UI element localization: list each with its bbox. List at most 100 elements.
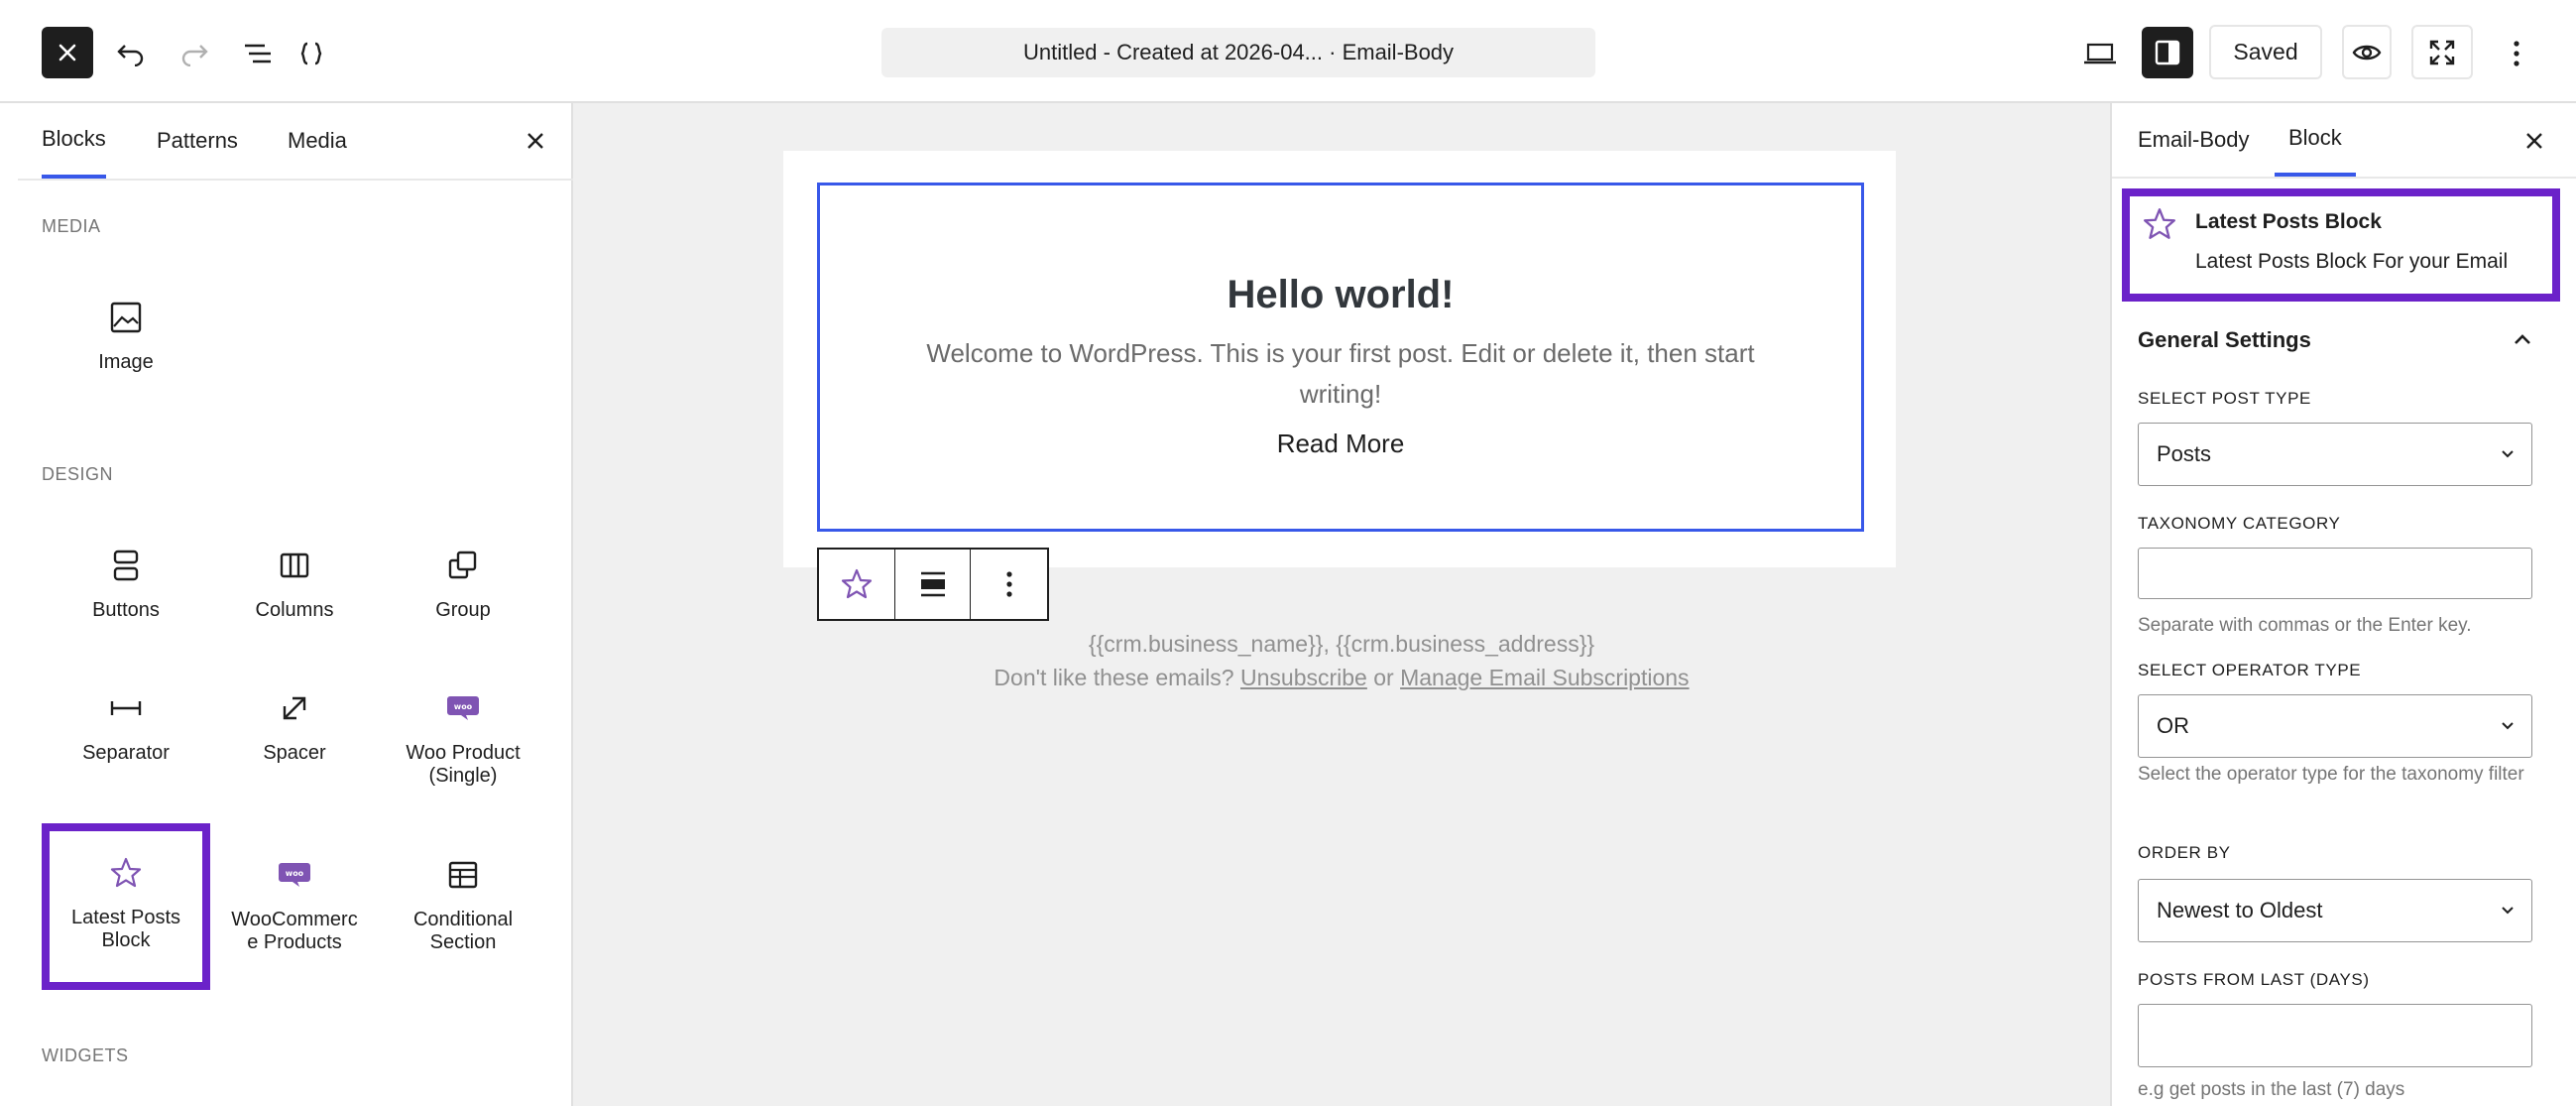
align-button[interactable] xyxy=(895,550,972,619)
tab-email-body[interactable]: Email-Body xyxy=(2138,103,2249,177)
buttons-icon xyxy=(106,546,146,585)
operator-label: SELECT OPERATOR TYPE xyxy=(2138,661,2362,679)
block-separator[interactable]: Separator xyxy=(42,688,210,765)
close-icon xyxy=(2526,133,2542,149)
email-footer-links: Don't like these emails? Unsubscribe or … xyxy=(573,665,2110,691)
operator-help: Select the operator type for the taxonom… xyxy=(2138,764,2524,785)
chevron-down-icon xyxy=(2502,722,2514,730)
order-by-label: ORDER BY xyxy=(2138,843,2231,862)
block-buttons[interactable]: Buttons xyxy=(42,546,210,622)
tab-blocks[interactable]: Blocks xyxy=(42,103,106,179)
read-more-link[interactable]: Read More xyxy=(1277,429,1405,459)
block-label: Buttons xyxy=(92,599,160,621)
laptop-icon xyxy=(2084,43,2116,64)
fullscreen-button[interactable] xyxy=(2411,25,2473,79)
eye-icon xyxy=(2352,45,2382,60)
posts-days-help: e.g get posts in the last (7) days xyxy=(2138,1079,2405,1100)
posts-days-label: POSTS FROM LAST (DAYS) xyxy=(2138,970,2370,989)
image-icon xyxy=(106,298,146,337)
order-by-value: Newest to Oldest xyxy=(2157,898,2323,922)
block-woocommerce-products[interactable]: woo WooCommerce Products xyxy=(210,855,379,954)
operator-select[interactable]: OR xyxy=(2138,694,2532,758)
tab-patterns[interactable]: Patterns xyxy=(157,103,238,179)
order-by-select[interactable]: Newest to Oldest xyxy=(2138,879,2532,942)
posts-days-input[interactable] xyxy=(2138,1004,2532,1067)
close-settings-button[interactable] xyxy=(2517,123,2552,159)
list-view-icon xyxy=(245,44,271,63)
settings-sidebar-toggle[interactable] xyxy=(2142,27,2193,78)
code-editor-button[interactable] xyxy=(290,32,333,75)
document-overview-button[interactable] xyxy=(236,32,280,75)
block-label: Conditional Section xyxy=(412,909,514,953)
braces-icon xyxy=(300,42,322,65)
general-settings-title[interactable]: General Settings xyxy=(2138,327,2311,353)
preview-button[interactable] xyxy=(2342,25,2392,79)
tab-media[interactable]: Media xyxy=(288,103,347,179)
post-type-select[interactable]: Posts xyxy=(2138,423,2532,486)
block-spacer[interactable]: Spacer xyxy=(210,688,379,765)
email-footer-address: {{crm.business_name}}, {{crm.business_ad… xyxy=(1088,631,1595,657)
chevron-up-icon xyxy=(2515,334,2530,344)
separator-icon xyxy=(106,688,146,728)
post-type-value: Posts xyxy=(2157,441,2212,466)
document-title-bar[interactable]: Untitled - Created at 2026-04... · Email… xyxy=(881,28,1595,77)
group-icon xyxy=(443,546,483,585)
device-preview-button[interactable] xyxy=(2076,30,2124,77)
star-icon xyxy=(841,568,872,599)
redo-icon xyxy=(181,45,208,66)
editor-header: Untitled - Created at 2026-04... · Email… xyxy=(0,0,2576,103)
block-columns[interactable]: Columns xyxy=(210,546,379,622)
block-options-button[interactable] xyxy=(971,550,1047,619)
block-latest-posts[interactable]: Latest Posts Block xyxy=(42,823,210,990)
close-inserter-button[interactable] xyxy=(518,123,553,159)
svg-text:woo: woo xyxy=(454,702,473,711)
latest-posts-block[interactable]: Hello world! Welcome to WordPress. This … xyxy=(817,183,1864,532)
close-editor-button[interactable] xyxy=(42,27,93,78)
star-icon xyxy=(2142,206,2177,242)
sidebar-icon xyxy=(2155,40,2180,65)
post-type-label: SELECT POST TYPE xyxy=(2138,389,2311,408)
block-label: Spacer xyxy=(263,742,326,764)
columns-icon xyxy=(275,546,314,585)
block-label: Group xyxy=(435,599,491,621)
close-icon xyxy=(59,44,76,61)
spacer-icon xyxy=(275,688,314,728)
redo-button[interactable] xyxy=(173,32,216,75)
document-title: Untitled - Created at 2026-04... · Email… xyxy=(1022,40,1455,64)
block-label: Separator xyxy=(82,742,170,764)
more-vertical-icon xyxy=(1006,571,1012,597)
block-label: Latest Posts Block xyxy=(70,907,181,951)
block-card-title: Latest Posts Block xyxy=(2195,210,2382,233)
block-conditional-section[interactable]: Conditional Section xyxy=(379,855,547,954)
saved-button[interactable]: Saved xyxy=(2209,25,2322,79)
block-label: Image xyxy=(98,351,154,373)
block-card-description: Latest Posts Block For your Email xyxy=(2195,250,2509,273)
block-type-button[interactable] xyxy=(819,550,895,619)
svg-text:woo: woo xyxy=(286,869,304,878)
chevron-down-icon xyxy=(2502,450,2514,458)
tab-block[interactable]: Block xyxy=(2275,103,2356,177)
taxonomy-input[interactable] xyxy=(2138,548,2532,599)
block-label: Woo Product (Single) xyxy=(406,742,521,787)
unsubscribe-link[interactable]: Unsubscribe xyxy=(1240,665,1367,690)
close-icon xyxy=(527,133,543,149)
block-inserter-panel: Blocks Patterns Media MEDIA Image DESIGN… xyxy=(18,103,573,1106)
editor-canvas: Hello world! Welcome to WordPress. This … xyxy=(573,103,2110,1106)
post-excerpt: Welcome to WordPress. This is your first… xyxy=(926,338,1755,409)
general-settings-toggle[interactable] xyxy=(2505,321,2540,357)
section-widgets-heading: WIDGETS xyxy=(42,1045,129,1065)
taxonomy-help: Separate with commas or the Enter key. xyxy=(2138,615,2472,636)
chevron-down-icon xyxy=(2502,907,2514,915)
manage-subscriptions-link[interactable]: Manage Email Subscriptions xyxy=(1400,665,1689,690)
footer-prefix: Don't like these emails? xyxy=(994,665,1240,690)
block-woo-product-single[interactable]: woo Woo Product (Single) xyxy=(379,688,547,788)
taxonomy-label: TAXONOMY CATEGORY xyxy=(2138,514,2341,533)
star-icon xyxy=(106,853,146,893)
section-media-heading: MEDIA xyxy=(42,216,101,236)
options-menu-button[interactable] xyxy=(2493,30,2540,77)
block-group[interactable]: Group xyxy=(379,546,547,622)
block-toolbar xyxy=(817,548,1049,621)
block-label: Columns xyxy=(255,599,334,621)
undo-button[interactable] xyxy=(109,32,153,75)
block-image[interactable]: Image xyxy=(42,298,210,374)
